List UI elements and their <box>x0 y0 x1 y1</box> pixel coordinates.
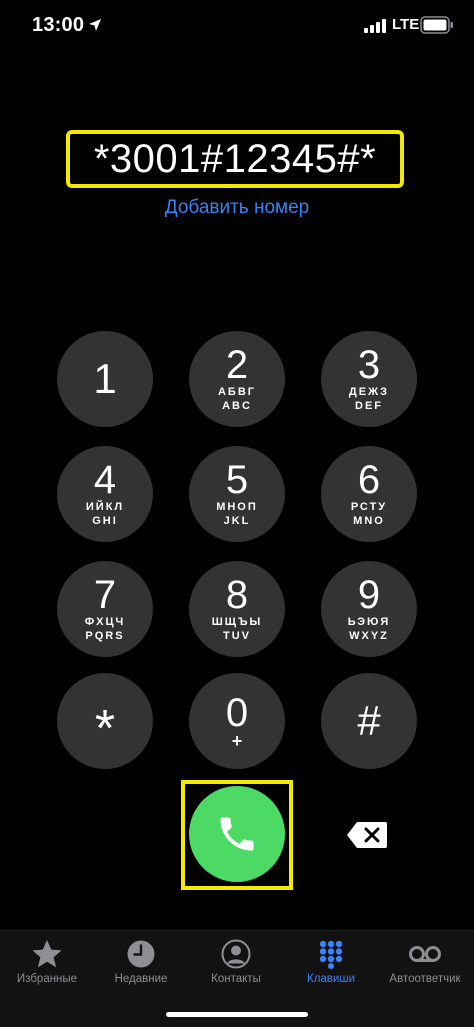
key-letters-cyrillic: ИЙКЛ <box>85 501 125 513</box>
tab-label: Избранные <box>16 973 78 985</box>
key-3[interactable]: 3 ДЕЖЗ DEF <box>321 331 417 427</box>
key-digit: * <box>94 700 116 758</box>
status-time: 13:00 <box>32 14 85 36</box>
key-8[interactable]: 8 ШЩЪЫ TUV <box>189 561 285 657</box>
key-hash[interactable]: # <box>321 673 417 769</box>
key-2[interactable]: 2 АБВГ ABC <box>189 331 285 427</box>
key-letters-latin: WXYZ <box>349 630 389 642</box>
dialed-number-display: *3001#12345#* <box>66 130 404 188</box>
tab-label: Контакты <box>211 973 261 985</box>
clock-icon <box>127 940 155 968</box>
tab-label: Недавние <box>114 973 168 985</box>
key-letters-cyrillic: ФХЦЧ <box>84 616 126 628</box>
key-digit: 3 <box>357 343 381 387</box>
key-5[interactable]: 5 МНОП JKL <box>189 446 285 542</box>
key-digit: 4 <box>93 458 117 502</box>
key-digit: # <box>357 697 381 744</box>
location-arrow-icon <box>89 19 101 31</box>
key-digit: 2 <box>225 343 249 387</box>
key-letters-latin: ABC <box>222 400 252 412</box>
tab-favorites[interactable]: Избранные <box>0 931 94 1001</box>
key-digit: 0 <box>225 691 249 735</box>
voicemail-icon <box>409 946 441 962</box>
key-letters-latin: MNO <box>353 515 385 527</box>
call-button[interactable] <box>189 786 285 882</box>
key-letters-latin: GHI <box>92 515 118 527</box>
key-letters-cyrillic: МНОП <box>216 501 258 513</box>
key-letters-latin: + <box>231 731 243 751</box>
tab-keypad[interactable]: Клавиши <box>284 931 378 1001</box>
key-letters-latin: JKL <box>223 515 251 527</box>
key-digit: 6 <box>357 458 381 502</box>
tab-recents[interactable]: Недавние <box>94 931 188 1001</box>
cellular-signal-icon <box>364 19 386 33</box>
key-digit: 8 <box>225 573 249 617</box>
home-indicator <box>166 1012 308 1017</box>
battery-icon <box>420 16 453 34</box>
tab-contacts[interactable]: Контакты <box>189 931 283 1001</box>
dialed-number: *3001#12345#* <box>93 136 377 181</box>
key-letters-cyrillic: ШЩЪЫ <box>211 616 263 628</box>
tab-label: Автоответчик <box>389 973 461 985</box>
key-digit: 1 <box>93 355 117 402</box>
tab-label: Клавиши <box>307 973 355 985</box>
key-letters-cyrillic: ЬЭЮЯ <box>347 616 391 628</box>
key-6[interactable]: 6 РСТУ MNO <box>321 446 417 542</box>
key-digit: 5 <box>225 458 249 502</box>
keypad-icon <box>319 940 343 969</box>
phone-icon <box>220 817 254 851</box>
key-letters-latin: TUV <box>223 630 251 642</box>
key-star[interactable]: * <box>57 673 153 769</box>
key-letters-latin: PQRS <box>85 630 125 642</box>
network-type: LTE <box>392 16 420 33</box>
key-digit: 9 <box>357 573 381 617</box>
key-9[interactable]: 9 ЬЭЮЯ WXYZ <box>321 561 417 657</box>
add-number-link[interactable]: Добавить номер <box>0 197 474 219</box>
key-letters-cyrillic: АБВГ <box>217 386 257 398</box>
key-0[interactable]: 0 + <box>189 673 285 769</box>
status-bar: 13:00 LTE <box>0 0 474 52</box>
key-7[interactable]: 7 ФХЦЧ PQRS <box>57 561 153 657</box>
key-1[interactable]: 1 <box>57 331 153 427</box>
key-digit: 7 <box>93 573 117 617</box>
star-icon <box>32 940 62 968</box>
backspace-icon[interactable] <box>346 821 388 849</box>
key-letters-latin: DEF <box>355 400 383 412</box>
key-4[interactable]: 4 ИЙКЛ GHI <box>57 446 153 542</box>
key-letters-cyrillic: ДЕЖЗ <box>348 386 390 398</box>
tab-voicemail[interactable]: Автоответчик <box>378 931 472 1001</box>
person-circle-icon <box>221 939 251 969</box>
key-letters-cyrillic: РСТУ <box>350 501 388 513</box>
